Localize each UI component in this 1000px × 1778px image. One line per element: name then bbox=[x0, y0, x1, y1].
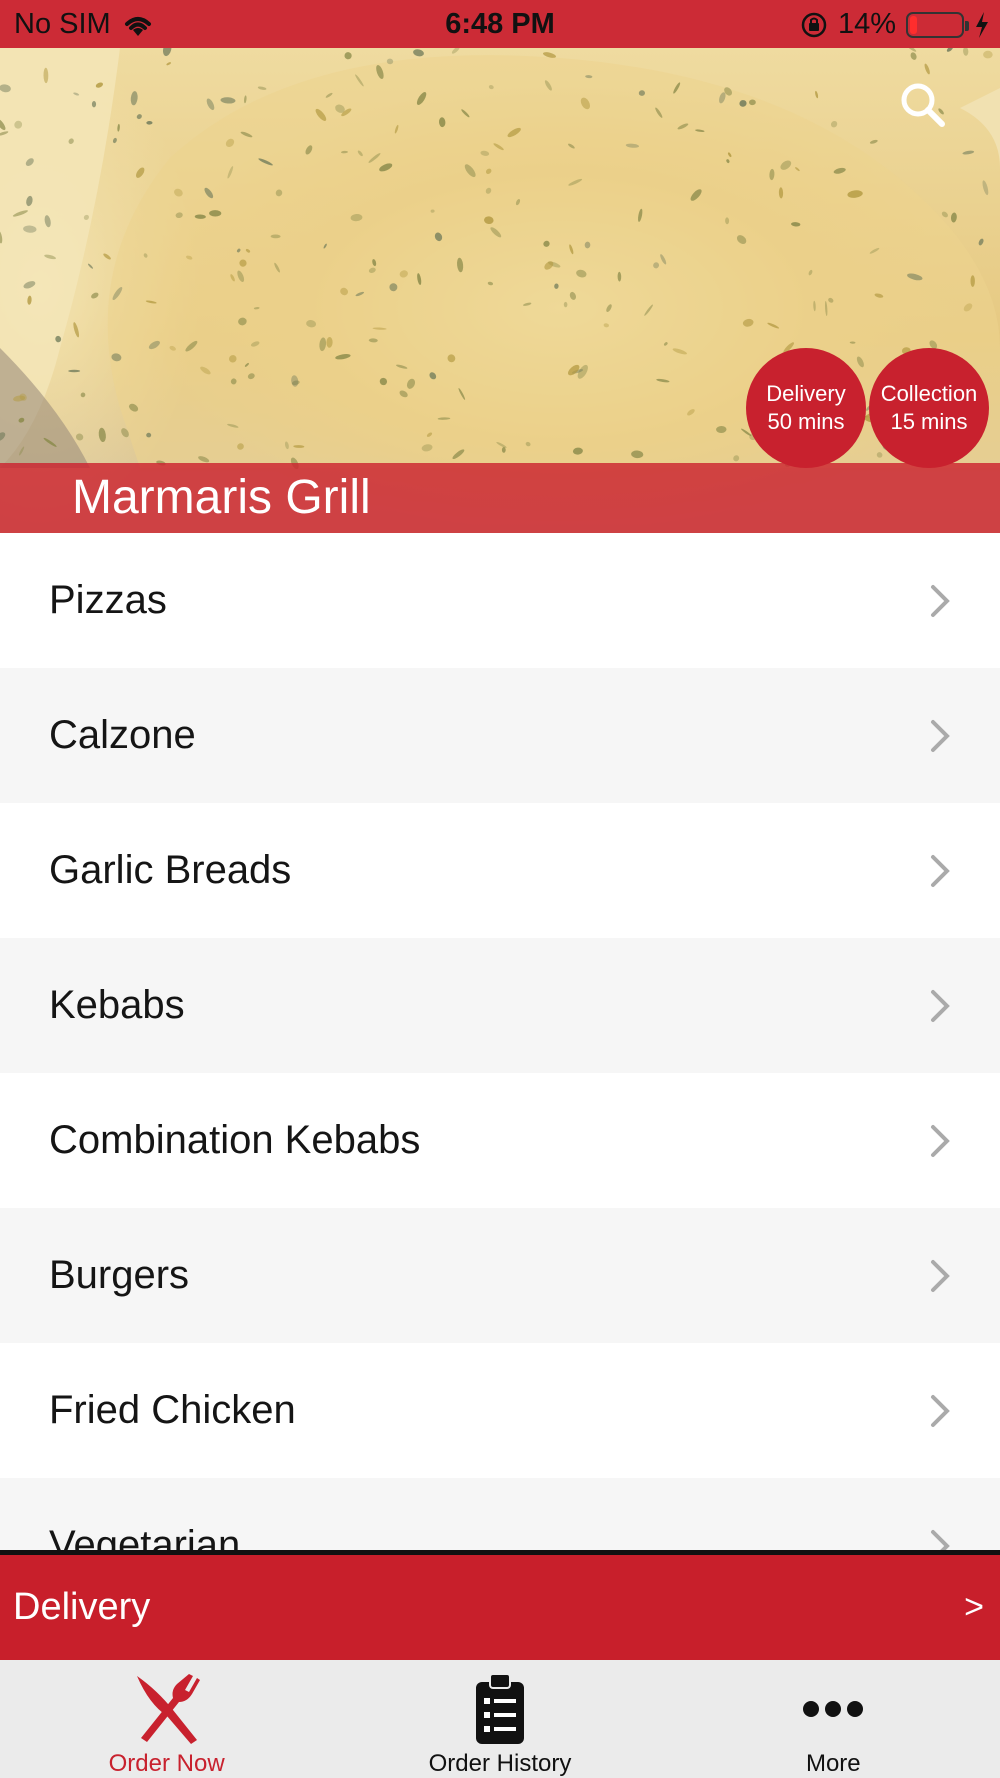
menu-category-label: Pizzas bbox=[49, 578, 167, 622]
chevron-right-icon bbox=[931, 989, 950, 1022]
hero-image bbox=[0, 48, 1000, 470]
fork-knife-icon bbox=[127, 1670, 207, 1748]
delivery-arrow-icon: > bbox=[964, 1588, 984, 1626]
menu-category-label: Burgers bbox=[49, 1253, 190, 1297]
delivery-time-badge: Delivery 50 mins bbox=[746, 348, 866, 468]
collection-badge-label: Collection bbox=[880, 381, 978, 406]
battery-fill bbox=[910, 15, 917, 34]
menu-category-row[interactable]: Garlic Breads bbox=[0, 803, 1000, 938]
chevron-right-icon bbox=[931, 719, 950, 752]
delivery-mode-bar[interactable]: Delivery > bbox=[0, 1555, 1000, 1660]
menu-category-row[interactable]: Burgers bbox=[0, 1208, 1000, 1343]
clipboard-icon bbox=[460, 1670, 540, 1748]
chevron-right-icon bbox=[931, 1259, 950, 1292]
menu-category-label: Calzone bbox=[49, 713, 196, 757]
menu-category-row[interactable]: Calzone bbox=[0, 668, 1000, 803]
chevron-right-icon bbox=[931, 1124, 950, 1157]
menu-category-label: Kebabs bbox=[49, 983, 185, 1027]
battery-icon bbox=[906, 11, 969, 38]
search-icon[interactable] bbox=[896, 78, 948, 130]
charging-icon bbox=[976, 11, 988, 38]
tab-order-history[interactable]: Order History bbox=[333, 1660, 666, 1778]
menu-category-row[interactable]: Vegetarian bbox=[0, 1478, 1000, 1553]
collection-time-badge: Collection 15 mins bbox=[869, 348, 989, 468]
tab-order-now-label: Order Now bbox=[108, 1750, 225, 1777]
delivery-badge-time: 50 mins bbox=[767, 409, 845, 434]
tab-order-history-label: Order History bbox=[428, 1750, 572, 1777]
menu-category-list[interactable]: Pizzas Calzone Garlic Breads Kebabs Combinat… bbox=[0, 533, 1000, 1553]
collection-badge-time: 15 mins bbox=[890, 409, 968, 434]
menu-category-label: Combination Kebabs bbox=[49, 1118, 421, 1162]
orientation-lock-icon bbox=[801, 12, 827, 37]
tab-order-now[interactable]: Order Now bbox=[0, 1660, 333, 1778]
chevron-right-icon bbox=[931, 1394, 950, 1427]
menu-category-row[interactable]: Kebabs bbox=[0, 938, 1000, 1073]
menu-category-label: Vegetarian bbox=[49, 1523, 241, 1553]
bottom-tab-bar: Order Now Order History More bbox=[0, 1660, 1000, 1778]
tab-more-label: More bbox=[805, 1750, 861, 1777]
menu-category-label: Garlic Breads bbox=[49, 848, 292, 892]
chevron-right-icon bbox=[931, 854, 950, 887]
menu-category-row[interactable]: Fried Chicken bbox=[0, 1343, 1000, 1478]
tab-more[interactable]: More bbox=[667, 1660, 1000, 1778]
delivery-mode-label: Delivery bbox=[13, 1586, 151, 1628]
more-dots-icon bbox=[793, 1670, 873, 1748]
status-right: 14% bbox=[800, 8, 990, 41]
menu-category-row[interactable]: Combination Kebabs bbox=[0, 1073, 1000, 1208]
delivery-badge-label: Delivery bbox=[766, 381, 846, 406]
restaurant-name: Marmaris Grill bbox=[72, 471, 371, 524]
hero-header: Marmaris Grill bbox=[0, 48, 1000, 533]
battery-percent: 14% bbox=[837, 8, 896, 40]
list-divider bbox=[0, 1550, 1000, 1555]
chevron-right-icon bbox=[931, 584, 950, 617]
hero-title-banner: Marmaris Grill bbox=[0, 463, 1000, 533]
menu-category-label: Fried Chicken bbox=[49, 1388, 296, 1432]
status-bar: No SIM 6:48 PM 14% bbox=[0, 0, 1000, 48]
menu-category-row[interactable]: Pizzas bbox=[0, 533, 1000, 668]
